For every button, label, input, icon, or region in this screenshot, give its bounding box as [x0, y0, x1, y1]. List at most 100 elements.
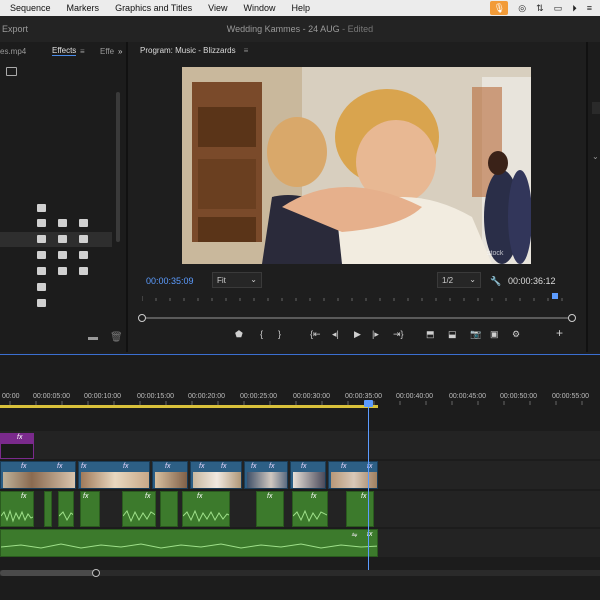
- accelerated-icon: [37, 299, 46, 307]
- new-folder-icon[interactable]: ▬: [88, 332, 98, 343]
- go-to-out-icon[interactable]: ⇥}: [393, 329, 404, 340]
- timeline-tick: 00:00:10:00: [84, 393, 121, 400]
- step-back-icon[interactable]: ◂|: [332, 329, 339, 340]
- zoom-scroll-bar[interactable]: [138, 314, 576, 322]
- effect-row[interactable]: [0, 248, 112, 263]
- wrench-icon[interactable]: 🔧: [490, 276, 501, 287]
- export-frame-icon[interactable]: 📷: [470, 329, 481, 340]
- timeline-playhead[interactable]: [364, 400, 373, 407]
- chevron-down-icon[interactable]: ⌄: [592, 152, 599, 161]
- scroll-knob[interactable]: [92, 569, 100, 577]
- scroll-left-handle[interactable]: [138, 314, 146, 322]
- timeline-tick: 00:00:20:00: [188, 393, 225, 400]
- scroll-thumb[interactable]: [0, 570, 96, 576]
- lift-icon[interactable]: ⬒: [426, 329, 435, 340]
- audio-clip[interactable]: fx: [182, 491, 230, 527]
- audio-clip[interactable]: [44, 491, 52, 527]
- go-to-in-icon[interactable]: {⇤: [310, 329, 321, 340]
- timeline-tick: 00:00:55:00: [552, 393, 589, 400]
- timeline-tick: 00:00:40:00: [396, 393, 433, 400]
- step-forward-icon[interactable]: |▸: [372, 329, 379, 340]
- window-title: Wedding Kammes - 24 AUG - Edited: [0, 24, 600, 34]
- video-clip[interactable]: fx: [290, 461, 326, 489]
- play-icon[interactable]: ▶: [354, 329, 361, 340]
- timeline-tick: 00:00:45:00: [449, 393, 486, 400]
- tab-effect-controls[interactable]: Effe: [100, 47, 114, 56]
- 32bit-icon: [58, 219, 67, 227]
- current-timecode[interactable]: 00:00:35:09: [146, 276, 194, 286]
- video-clip[interactable]: fx fx: [0, 461, 76, 489]
- work-area-bar[interactable]: [0, 405, 378, 408]
- timeline-scroll-bar[interactable]: [0, 569, 600, 577]
- new-bin-icon[interactable]: [6, 67, 17, 76]
- monitor-time-ruler[interactable]: [142, 293, 572, 301]
- effect-row-selected[interactable]: [0, 232, 112, 247]
- audio-clip[interactable]: fx: [80, 491, 100, 527]
- add-button-icon[interactable]: +: [556, 326, 563, 340]
- extract-icon[interactable]: ⬓: [448, 329, 457, 340]
- program-tab-title[interactable]: Program: Music - Blizzards ≡: [140, 46, 248, 55]
- settings-icon[interactable]: ⚙: [512, 329, 520, 340]
- video-clip[interactable]: fx fx: [78, 461, 150, 489]
- tab-media[interactable]: es.mp4: [0, 47, 26, 56]
- menu-bar: Sequence Markers Graphics and Titles Vie…: [0, 0, 600, 16]
- menu-window[interactable]: Window: [243, 3, 275, 13]
- panel-menu-icon[interactable]: ≡: [80, 47, 85, 56]
- microphone-icon[interactable]: 🎙: [490, 1, 509, 15]
- fx-badge: fx: [1, 434, 33, 444]
- accelerated-icon: [37, 204, 46, 212]
- audio-clip[interactable]: fx: [122, 491, 156, 527]
- audio-clip[interactable]: fx: [0, 491, 34, 527]
- video-clip[interactable]: fx: [152, 461, 188, 489]
- video-clip[interactable]: fx fx: [190, 461, 242, 489]
- menu-markers[interactable]: Markers: [67, 3, 100, 13]
- creative-cloud-icon[interactable]: ◎: [518, 3, 526, 14]
- music-clip[interactable]: ⇋ fx: [0, 529, 378, 557]
- menu-sequence[interactable]: Sequence: [10, 3, 51, 13]
- yuv-icon: [79, 267, 88, 275]
- more-tabs-icon[interactable]: »: [118, 47, 122, 56]
- effect-row[interactable]: [0, 296, 112, 311]
- audio-clip[interactable]: fx: [256, 491, 284, 527]
- play-circle-icon[interactable]: ⏵: [572, 3, 577, 14]
- 32bit-icon: [58, 251, 67, 259]
- effect-row[interactable]: [0, 216, 112, 231]
- title-clip[interactable]: fx: [0, 433, 34, 459]
- trash-icon[interactable]: 🗑: [110, 332, 123, 343]
- audio-clip[interactable]: [58, 491, 74, 527]
- video-clip[interactable]: fx fx: [328, 461, 378, 489]
- menu-help[interactable]: Help: [291, 3, 310, 13]
- effect-row[interactable]: [0, 280, 112, 295]
- resolution-dropdown[interactable]: 1/2 ⌄: [437, 272, 481, 288]
- timeline-playhead-line[interactable]: [368, 403, 369, 573]
- zoom-level-value: Fit: [217, 276, 226, 285]
- chevron-down-icon: ⌄: [250, 275, 257, 284]
- panel-edge: [592, 102, 600, 114]
- video-clip[interactable]: fx fx: [244, 461, 288, 489]
- effect-row[interactable]: [0, 264, 112, 279]
- screen-icon[interactable]: ▭: [554, 3, 563, 14]
- 32bit-icon: [58, 267, 67, 275]
- menu-view[interactable]: View: [208, 3, 227, 13]
- menu-icon[interactable]: ≡: [587, 3, 592, 13]
- yuv-icon: [79, 235, 88, 243]
- audio-clip[interactable]: [160, 491, 178, 527]
- zoom-level-dropdown[interactable]: Fit ⌄: [212, 272, 262, 288]
- scroll-right-handle[interactable]: [568, 314, 576, 322]
- mark-out-icon[interactable]: }: [278, 329, 281, 339]
- accelerated-icon: [37, 219, 46, 227]
- video-preview[interactable]: stock: [182, 67, 531, 264]
- panel-scrollbar[interactable]: [116, 92, 120, 242]
- comparison-view-icon[interactable]: ▣: [490, 329, 499, 340]
- audio-clip[interactable]: fx: [292, 491, 328, 527]
- mark-in-icon[interactable]: {: [260, 329, 263, 339]
- add-marker-icon[interactable]: ⬟: [235, 329, 243, 340]
- program-monitor: Program: Music - Blizzards ≡ stock 00:00:…: [130, 42, 585, 352]
- monitor-playhead[interactable]: [552, 293, 558, 299]
- tab-effects[interactable]: Effects: [52, 46, 77, 56]
- timeline-tick: 00:00: [2, 393, 20, 400]
- network-icon[interactable]: ⇅: [536, 3, 544, 14]
- effect-row[interactable]: [0, 201, 112, 216]
- menu-graphics-titles[interactable]: Graphics and Titles: [115, 3, 192, 13]
- audio-clip[interactable]: fx: [346, 491, 374, 527]
